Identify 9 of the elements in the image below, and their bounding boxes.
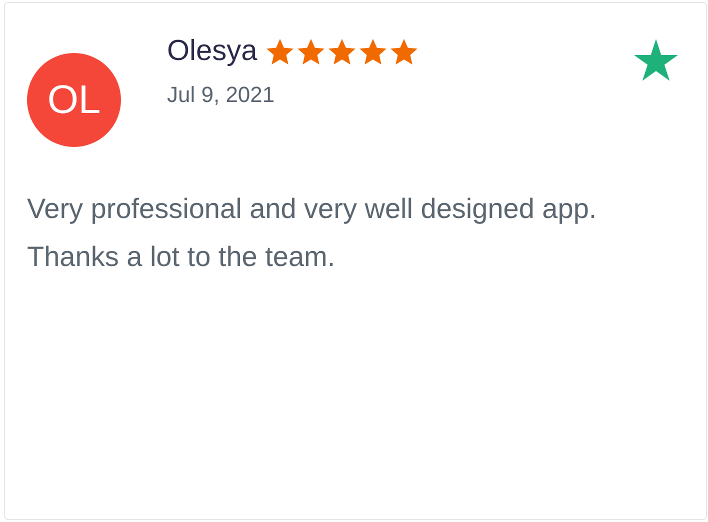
star-icon [265, 36, 296, 66]
review-date: Jul 9, 2021 [167, 82, 276, 108]
reviewer-name: Olesya [167, 35, 258, 68]
star-icon [389, 36, 420, 66]
star-icon [296, 36, 326, 66]
review-text: Very professional and very well designed app. Thanks a lot to the team. [27, 192, 598, 274]
star-icon [327, 36, 358, 66]
avatar: OL [27, 53, 121, 147]
star-icon [358, 36, 388, 66]
